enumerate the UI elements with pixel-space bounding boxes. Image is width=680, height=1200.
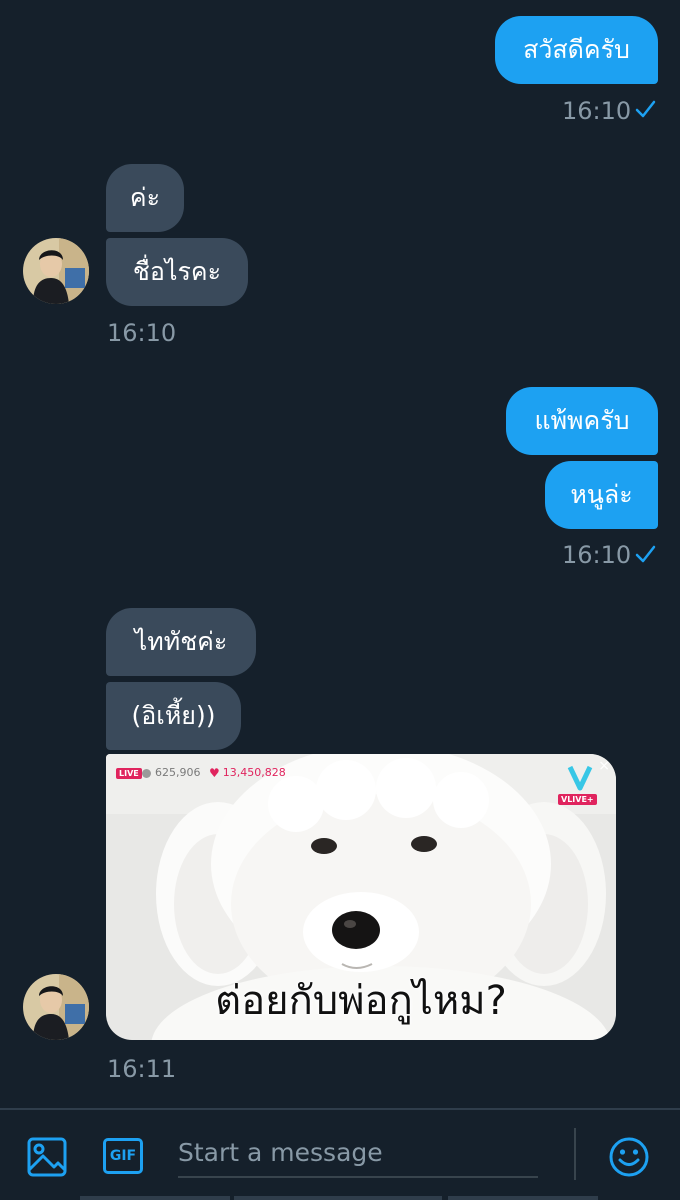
gif-label: GIF xyxy=(109,1148,137,1164)
check-icon xyxy=(634,98,656,127)
conversation-thread[interactable]: สวัสดีครับ 16:10 ค่ะ ชื่อไรคะ 16:10 แพ้พ… xyxy=(0,0,680,1108)
message-text: ค่ะ xyxy=(129,183,161,212)
viewer-count-value: 625,906 xyxy=(155,766,201,779)
heart-count: ♥ 13,450,828 xyxy=(209,766,286,780)
message-input[interactable] xyxy=(178,1128,538,1178)
tab-indicator xyxy=(234,1196,442,1200)
outgoing-message[interactable]: แพ้พครับ xyxy=(506,387,658,455)
message-timestamp: 16:10 xyxy=(562,541,632,569)
viewer-count: 625,906 xyxy=(142,766,201,780)
tab-indicator xyxy=(80,1196,230,1200)
outgoing-message[interactable]: หนูล่ะ xyxy=(545,461,658,529)
incoming-message[interactable]: (อิเหี้ย)) xyxy=(106,682,241,750)
tab-indicator xyxy=(448,1196,598,1200)
live-badge: LIVE xyxy=(116,768,142,779)
message-text: หนูล่ะ xyxy=(570,480,633,509)
gif-icon: GIF xyxy=(103,1138,143,1174)
heart-icon: ♥ xyxy=(209,766,220,780)
message-timestamp: 16:10 xyxy=(107,319,177,347)
message-text: แพ้พครับ xyxy=(534,406,630,435)
smile-icon xyxy=(609,1137,649,1177)
media-attachment[interactable]: LIVE 625,906 ♥ 13,450,828 VLIVE+ × ต่อยก… xyxy=(106,754,616,1040)
check-icon xyxy=(634,543,656,572)
dm-screen: สวัสดีครับ 16:10 ค่ะ ชื่อไรคะ 16:10 แพ้พ… xyxy=(0,0,680,1200)
incoming-message[interactable]: ค่ะ xyxy=(106,164,184,232)
incoming-message[interactable]: ชื่อไรคะ xyxy=(106,238,248,306)
outgoing-message[interactable]: สวัสดีครับ xyxy=(495,16,658,84)
avatar[interactable] xyxy=(23,238,89,304)
incoming-message[interactable]: ไททัชค่ะ xyxy=(106,608,256,676)
message-composer: GIF xyxy=(0,1108,680,1200)
image-icon xyxy=(27,1137,67,1177)
vlive-label: VLIVE+ xyxy=(558,794,597,805)
vlive-mark-icon xyxy=(567,765,593,791)
message-text: (อิเหี้ย)) xyxy=(131,701,216,730)
eye-icon xyxy=(142,768,151,778)
add-gif-button[interactable]: GIF xyxy=(103,1138,143,1176)
heart-count-value: 13,450,828 xyxy=(222,766,286,779)
meme-caption: ต่อยกับพ่อกูไหม? xyxy=(215,978,507,1024)
emoji-button[interactable] xyxy=(608,1136,650,1178)
message-text: ไททัชค่ะ xyxy=(134,627,228,656)
avatar[interactable] xyxy=(23,974,89,1040)
message-timestamp: 16:11 xyxy=(107,1055,177,1083)
add-image-button[interactable] xyxy=(26,1136,68,1178)
message-text: สวัสดีครับ xyxy=(523,35,630,64)
composer-divider xyxy=(574,1128,576,1180)
message-text: ชื่อไรคะ xyxy=(132,257,222,286)
message-timestamp: 16:10 xyxy=(562,97,632,125)
close-icon: × xyxy=(598,758,610,774)
bottom-tab-indicators xyxy=(0,1196,680,1200)
